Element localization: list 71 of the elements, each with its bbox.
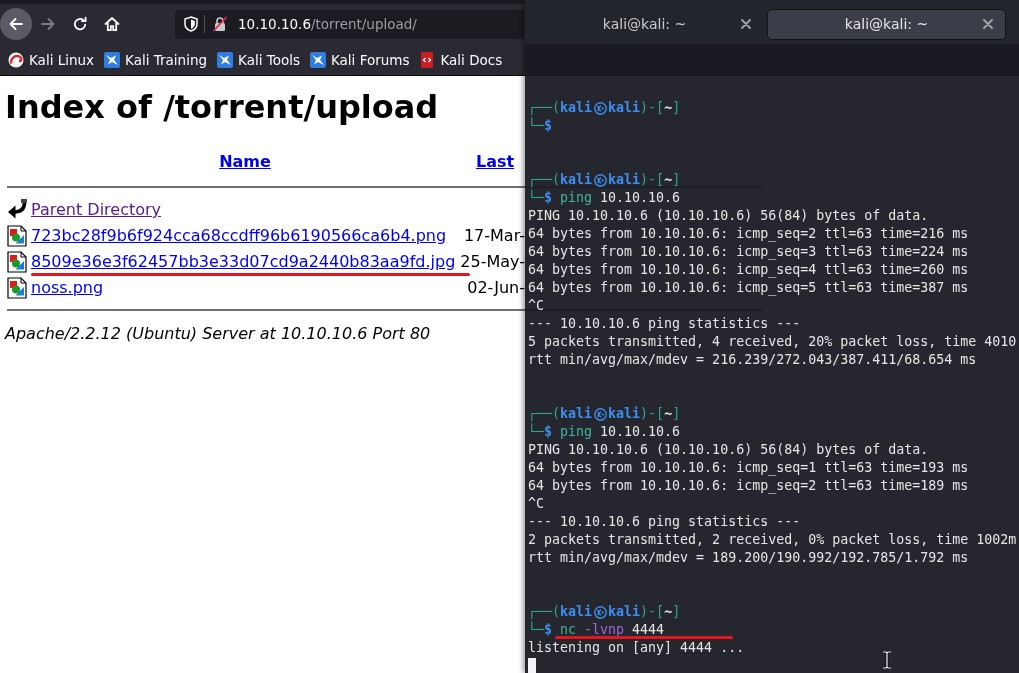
prompt-text: kali)-[~]	[608, 405, 681, 423]
back-arrow-icon	[8, 16, 24, 32]
prompt-text: ┌──(kali	[528, 171, 593, 189]
prompt-text: kali)-[~]	[608, 603, 681, 621]
output-line: 5 packets transmitted, 4 received, 20% packet loss, time 4010	[528, 333, 1018, 351]
column-header-link[interactable]: Last	[476, 152, 515, 172]
output-line: rtt min/avg/max/mdev = 189.200/190.992/192.785/1.792 ms	[528, 549, 970, 567]
swirl-icon	[8, 51, 24, 68]
output-line: PING 10.10.10.6 (10.10.10.6) 56(84) bytes of data.	[528, 207, 930, 225]
date-text: 25-May-	[460, 252, 525, 272]
output-line: 64 bytes from 10.10.10.6: icmp_seq=4 ttl=63 time=260 ms	[528, 261, 970, 279]
shield-icon	[184, 16, 198, 32]
output-line: ^C	[528, 297, 545, 315]
output-line: ^C	[528, 495, 545, 513]
prompt-text: kali)-[~]	[608, 171, 681, 189]
star-icon	[104, 51, 121, 68]
home-icon	[104, 16, 120, 32]
terminal-tab[interactable]: kali@kali: ~	[767, 8, 1006, 40]
close-icon[interactable]	[741, 19, 751, 29]
output-line: 2 packets transmitted, 2 received, 0% packet loss, time 1002m	[528, 531, 1018, 549]
prompt-text: ┌──(kali	[528, 603, 593, 621]
parent-directory-link[interactable]: Parent Directory	[31, 200, 162, 220]
output-line: --- 10.10.10.6 ping statistics ---	[528, 513, 802, 531]
file-link[interactable]: 723bc28f9b6f924cca68ccdff96b6190566ca6b4.png	[31, 226, 447, 246]
date-text: 17-Mar-	[463, 226, 525, 246]
output-line: 64 bytes from 10.10.10.6: icmp_seq=1 ttl=63 time=193 ms	[528, 459, 970, 477]
circled-symbol-icon	[593, 173, 607, 187]
star-icon	[309, 51, 326, 68]
command-line: └─$ nc -lvnp 4444	[528, 621, 665, 639]
circled-symbol-icon	[593, 605, 607, 619]
date-text: 02-Jun-	[467, 278, 525, 298]
output-line: rtt min/avg/max/mdev = 216.239/272.043/387.411/68.654 ms	[528, 351, 978, 369]
bookmark-link[interactable]: Kali Tools	[217, 51, 300, 68]
prompt-text: kali)-[~]	[608, 99, 681, 117]
star-icon	[217, 51, 233, 68]
file-link[interactable]: noss.png	[31, 278, 104, 298]
forward-arrow-icon	[40, 16, 56, 32]
curved-arrow-icon	[7, 199, 27, 221]
file-link[interactable]: 8509e36e3f62457bb3e33d07cd9a2440b83aa9fd.jpg	[31, 252, 456, 272]
terminal-cursor	[528, 658, 536, 673]
command-line: └─$ ping 10.10.10.6	[528, 423, 681, 441]
image-file-icon	[7, 225, 27, 247]
server-signature: Apache/2.2.12 (Ubuntu) Server at 10.10.10.6 Port 80	[5, 323, 431, 345]
page-heading: Index of /torrent/upload	[5, 89, 439, 125]
prompt-text: ┌──(kali	[528, 99, 593, 117]
reload-icon	[72, 16, 88, 32]
address-bar[interactable]: 10.10.10.6/torrent/upload/	[175, 9, 524, 39]
close-icon[interactable]	[983, 19, 993, 29]
output-line: 64 bytes from 10.10.10.6: icmp_seq=3 ttl=63 time=224 ms	[528, 243, 970, 261]
image-file-icon	[7, 277, 27, 299]
i-beam-cursor-icon	[882, 651, 892, 669]
circled-symbol-icon	[593, 407, 607, 421]
output-line: --- 10.10.10.6 ping statistics ---	[528, 315, 802, 333]
bookmark-link[interactable]: Kali Docs	[419, 51, 503, 68]
prompt-text: ┌──(kali	[528, 405, 593, 423]
output-line: 64 bytes from 10.10.10.6: icmp_seq=2 ttl=63 time=189 ms	[528, 477, 970, 495]
bookmark-link[interactable]: Kali Training	[104, 51, 207, 68]
output-line: PING 10.10.10.6 (10.10.10.6) 56(84) bytes of data.	[528, 441, 930, 459]
code-icon	[419, 51, 436, 68]
bookmark-link[interactable]: Kali Linux	[8, 51, 95, 68]
output-line: 64 bytes from 10.10.10.6: icmp_seq=5 ttl=63 time=387 ms	[528, 279, 970, 297]
output-line: listening on [any] 4444 ...	[528, 639, 746, 657]
circled-symbol-icon	[593, 101, 607, 115]
bookmark-link[interactable]: Kali Forums	[309, 51, 410, 68]
column-header-link[interactable]: Name	[219, 152, 271, 172]
command-line: └─$ ping 10.10.10.6	[528, 189, 681, 207]
terminal-tab[interactable]: kali@kali: ~	[525, 8, 764, 40]
output-line: 64 bytes from 10.10.10.6: icmp_seq=2 ttl=63 time=216 ms	[528, 225, 970, 243]
command-line: └─$	[528, 117, 553, 135]
image-file-icon	[7, 251, 27, 273]
back-button[interactable]	[0, 8, 32, 40]
